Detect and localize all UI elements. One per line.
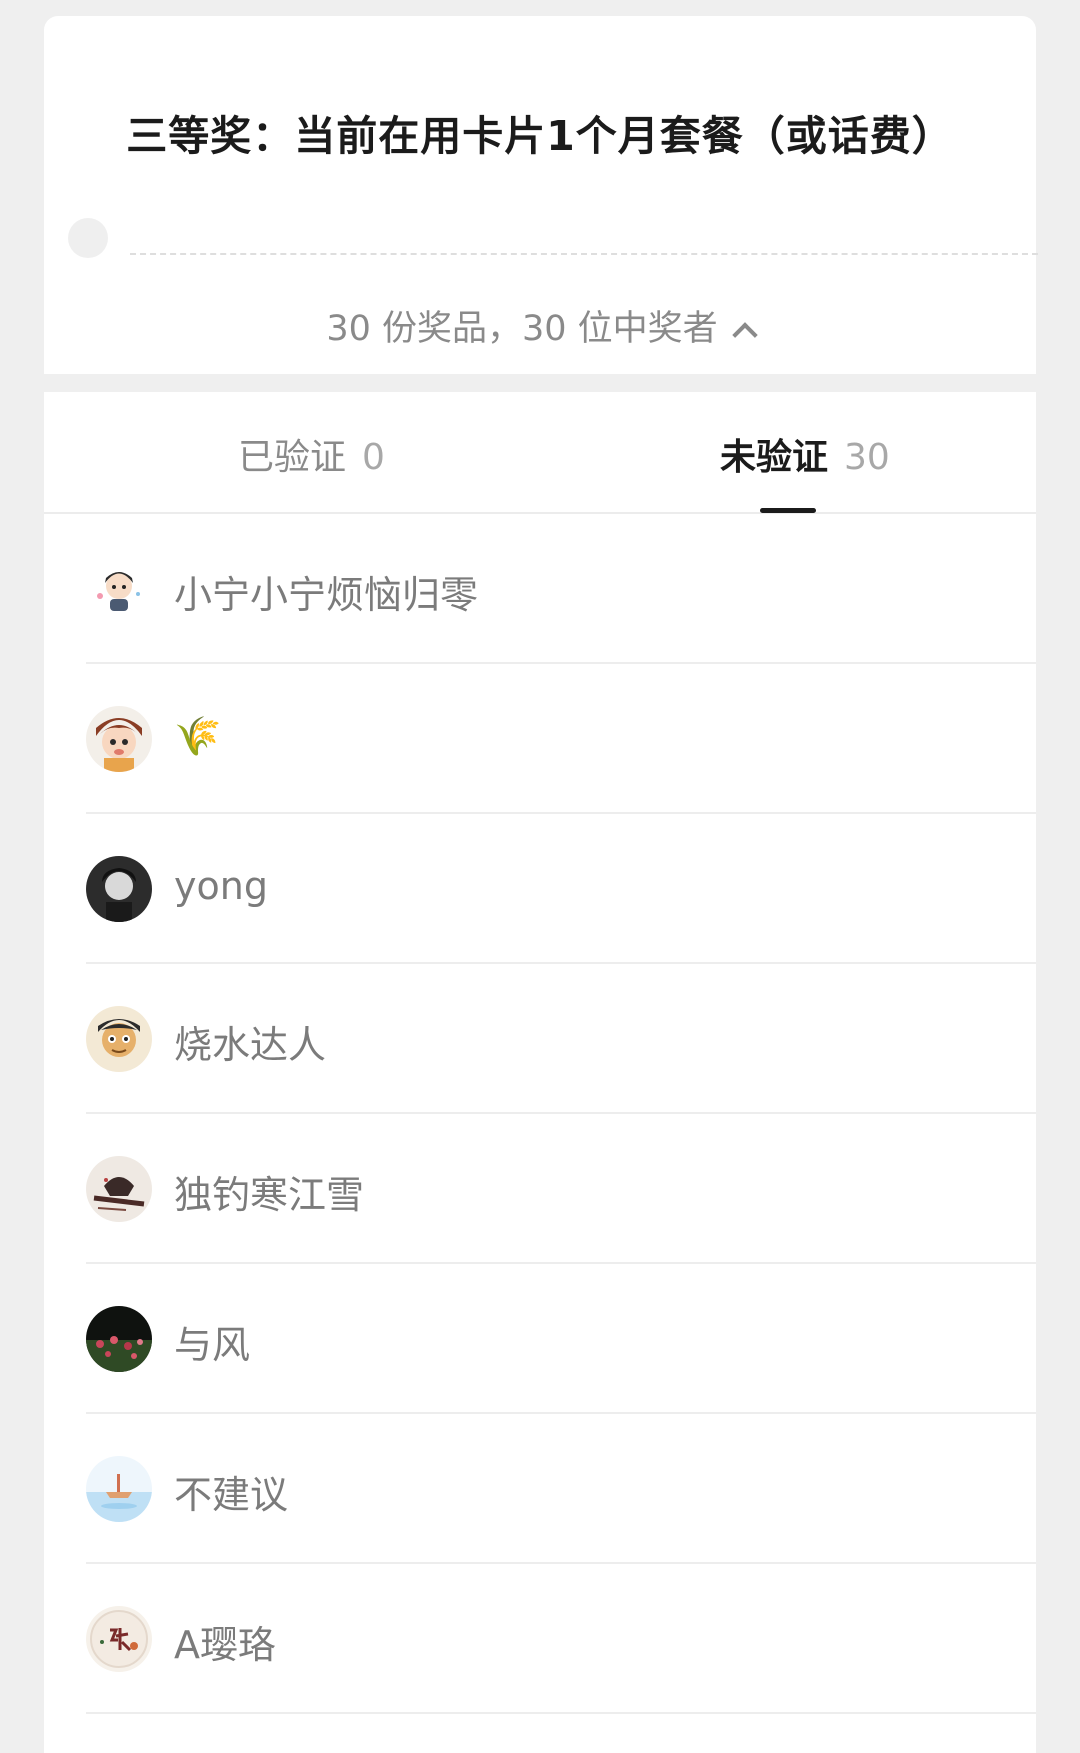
prize-summary-toggle[interactable]: 30 份奖品，30 位中奖者 [44,300,1036,351]
dashed-divider [130,253,1038,255]
winner-name: 小宁小宁烦恼归零 [174,573,479,617]
winner-row[interactable]: 小宁小宁烦恼归零 [86,514,1036,664]
tab-unverified-count: 30 [844,437,890,478]
tab-unverified[interactable]: 未验证 30 [720,428,890,480]
verification-tabs: 已验证 0 未验证 30 [44,392,1036,514]
winner-name: 独钓寒江雪 [174,1173,365,1217]
winner-name: 烧水达人 [174,1023,327,1067]
chevron-up-icon [731,322,758,348]
winner-row[interactable]: 烧水达人 [86,964,1036,1114]
winner-row[interactable]: 独钓寒江雪 [86,1114,1036,1264]
ink-painting-avatar [86,1156,152,1222]
winner-name: A璎珞 [174,1623,276,1667]
winner-name: 不建议 [174,1473,289,1517]
flowers-night-avatar [86,1306,152,1372]
winner-list: 小宁小宁烦恼归零 🌾 yong 烧水达人 独钓寒江雪 与风 不建议 A璎珞 [44,514,1036,1753]
prize-summary-text: 30 份奖品，30 位中奖者 [326,309,718,349]
seascape-avatar [86,1456,152,1522]
photo-person-avatar [86,856,152,922]
tab-verified-label: 已验证 [238,437,347,478]
winner-row[interactable]: 不建议 [86,1414,1036,1564]
winner-name: 与风 [174,1323,251,1367]
winner-name: yong [174,864,268,908]
winner-row[interactable]: 与风 [86,1264,1036,1414]
calligraphy-avatar [86,1606,152,1672]
cartoon-kid-avatar [86,706,152,772]
active-tab-indicator [760,508,816,513]
tab-verified[interactable]: 已验证 0 [238,428,385,480]
winner-row[interactable]: 🌾 [86,664,1036,814]
prize-title: 三等奖：当前在用卡片1个月套餐（或话费） [126,112,954,160]
tab-unverified-label: 未验证 [720,437,829,478]
ticket-notch-left [68,218,108,258]
prize-card: 三等奖：当前在用卡片1个月套餐（或话费） 30 份奖品，30 位中奖者 [44,16,1080,374]
winner-row[interactable]: yong [86,814,1036,964]
cartoon-boy-avatar [86,556,152,622]
ticket-notch-right [1060,218,1080,258]
cartoon-king-avatar [86,1006,152,1072]
winner-name: 🌾 [174,714,222,758]
tab-verified-count: 0 [362,437,385,478]
winner-row[interactable]: A璎珞 [86,1564,1036,1714]
